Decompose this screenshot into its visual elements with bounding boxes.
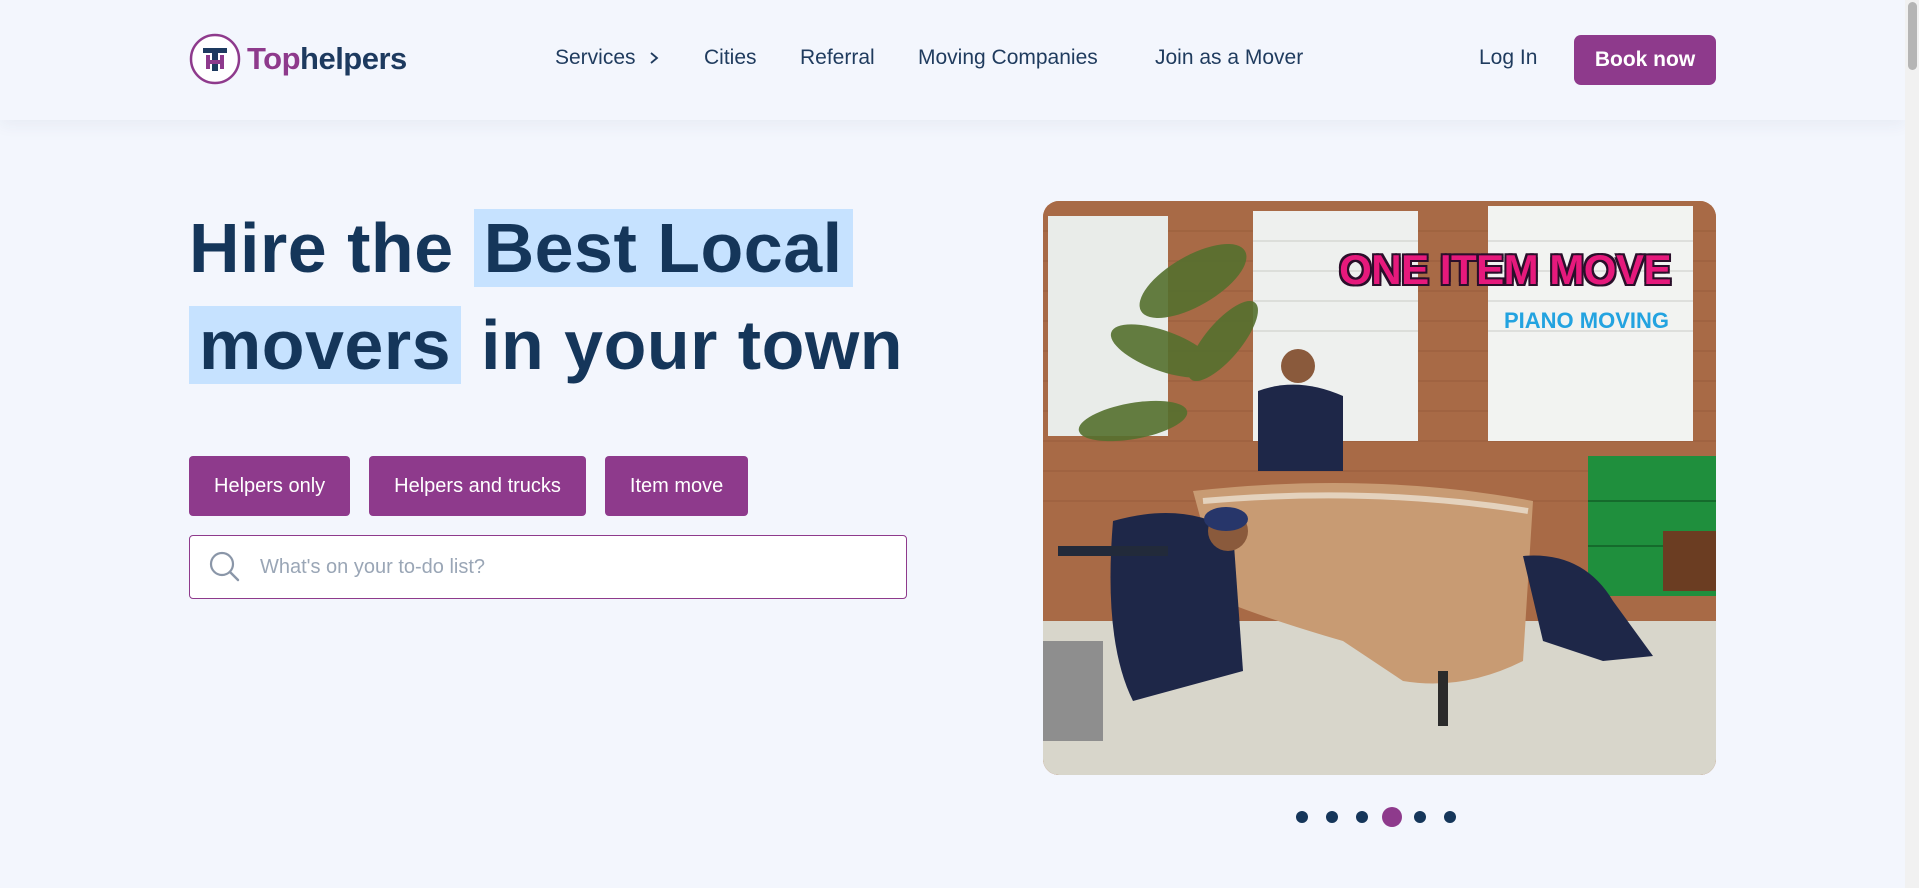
- carousel-dot[interactable]: [1326, 811, 1338, 823]
- logo-text: Tophelpers: [247, 41, 407, 77]
- hero-title-highlight-1: Best Local: [473, 209, 853, 287]
- nav-services[interactable]: Services: [555, 46, 662, 70]
- logo-text-helpers: helpers: [300, 41, 407, 76]
- site-header: Tophelpers Services Cities Referral Movi…: [0, 0, 1905, 120]
- chip-helpers-and-trucks[interactable]: Helpers and trucks: [369, 456, 586, 516]
- search-box: [189, 535, 907, 599]
- nav-cities[interactable]: Cities: [704, 46, 757, 70]
- chevron-right-icon: [649, 52, 658, 64]
- hero-title: Hire the Best Local movers in your town: [189, 200, 903, 394]
- carousel-dot[interactable]: [1444, 811, 1456, 823]
- image-overlay-subtitle: PIANO MOVING: [1503, 308, 1669, 333]
- scrollbar-thumb[interactable]: [1908, 2, 1917, 70]
- search-input[interactable]: [260, 555, 880, 579]
- hero-title-line-2: movers in your town: [189, 297, 903, 394]
- nav-moving-companies[interactable]: Moving Companies: [918, 46, 1098, 70]
- logo-mark-icon: [189, 33, 241, 85]
- logo-text-top: Top: [247, 41, 301, 76]
- hero-title-line-1: Hire the Best Local: [189, 200, 903, 297]
- carousel-dot[interactable]: [1356, 811, 1368, 823]
- service-chips: Helpers only Helpers and trucks Item mov…: [189, 456, 749, 516]
- nav-referral[interactable]: Referral: [800, 46, 875, 70]
- nav-join-as-mover[interactable]: Join as a Mover: [1155, 46, 1303, 70]
- image-overlay-title: ONE ITEM MOVE: [1339, 246, 1671, 293]
- hero-title-pre: Hire the: [189, 209, 454, 287]
- carousel-dot[interactable]: [1296, 811, 1308, 823]
- logo[interactable]: Tophelpers: [189, 33, 407, 85]
- hero-title-post: in your town: [481, 306, 904, 384]
- scrollbar[interactable]: [1905, 0, 1919, 888]
- hero-image: ONE ITEM MOVE PIANO MOVING: [1043, 201, 1716, 775]
- login-link[interactable]: Log In: [1479, 46, 1537, 70]
- carousel-dot-active[interactable]: [1382, 807, 1402, 827]
- hero-title-highlight-2: movers: [189, 306, 462, 384]
- search-icon: [209, 551, 240, 582]
- nav-services-label: Services: [555, 46, 636, 69]
- carousel-dot[interactable]: [1414, 811, 1426, 823]
- chip-helpers-only[interactable]: Helpers only: [189, 456, 351, 516]
- chip-item-move[interactable]: Item move: [604, 456, 749, 516]
- book-now-button[interactable]: Book now: [1574, 35, 1716, 85]
- carousel-dots: [1296, 807, 1474, 827]
